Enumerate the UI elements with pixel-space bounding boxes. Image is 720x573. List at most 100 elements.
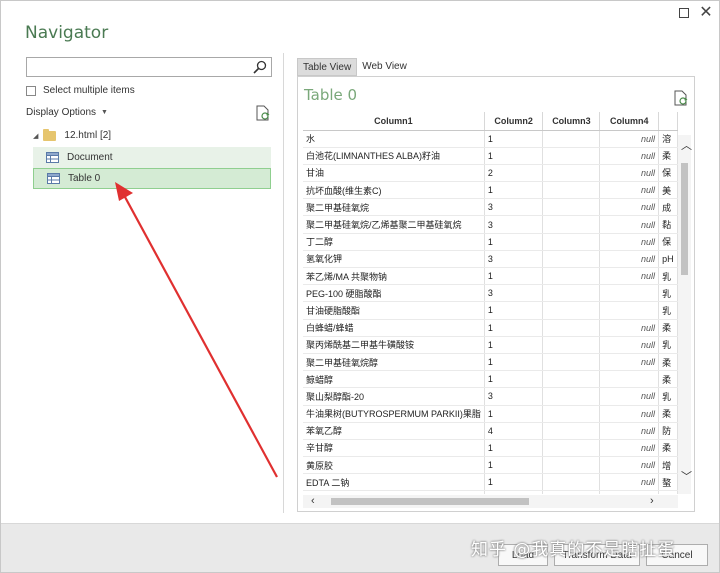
table-cell[interactable]: null xyxy=(599,336,660,354)
table-cell[interactable]: 抗坏血酸(维生素C) xyxy=(303,181,485,200)
table-cell[interactable] xyxy=(542,439,601,458)
table-cell[interactable]: 1 xyxy=(484,405,544,423)
table-cell[interactable]: 聚丙烯酰基二甲基牛磺酸铵 xyxy=(303,336,485,354)
tree-folder-12html[interactable]: ◢ 12.html [2] xyxy=(33,128,111,141)
table-cell[interactable]: 3 xyxy=(484,284,544,303)
collapse-triangle-icon[interactable]: ◢ xyxy=(33,132,38,140)
table-cell[interactable]: null xyxy=(599,439,660,458)
table-cell[interactable]: 1 xyxy=(484,439,544,458)
table-row[interactable]: 聚二甲基硅氧烷 3 null 成 xyxy=(303,198,678,217)
table-cell[interactable] xyxy=(542,387,601,406)
table-cell[interactable]: 1 xyxy=(484,473,544,492)
table-cell[interactable]: 1 xyxy=(484,233,544,251)
table-cell[interactable]: 1 xyxy=(484,147,544,165)
table-cell[interactable]: 白蜂蜡/蜂蜡 xyxy=(303,319,485,337)
table-cell[interactable]: null xyxy=(599,422,660,440)
table-cell[interactable] xyxy=(542,181,601,200)
table-cell[interactable]: 柔 xyxy=(658,147,678,165)
table-cell[interactable]: pH xyxy=(658,250,678,269)
table-row[interactable]: 抗坏血酸(维生素C) 1 null 美 xyxy=(303,181,678,200)
table-cell[interactable] xyxy=(542,250,601,269)
table-cell[interactable] xyxy=(542,490,601,494)
scroll-down-icon[interactable]: ﹀ xyxy=(681,472,692,483)
table-cell[interactable]: null xyxy=(599,181,660,200)
table-cell[interactable]: 1 xyxy=(484,267,544,286)
table-cell[interactable]: null xyxy=(599,473,660,492)
table-cell[interactable]: 白池花(LIMNANTHES ALBA)籽油 xyxy=(303,147,485,165)
table-row[interactable]: 氢氧化钾 3 null pH xyxy=(303,250,678,269)
table-cell[interactable]: 1 xyxy=(484,319,544,337)
scroll-right-icon[interactable]: › xyxy=(650,496,654,507)
table-cell[interactable] xyxy=(542,233,601,251)
table-cell[interactable] xyxy=(599,370,660,389)
table-row[interactable]: 甘油硬脂酸酯 1 乳 xyxy=(303,301,678,320)
table-row[interactable]: 苯乙烯/MA 共聚物钠 1 null 乳 xyxy=(303,267,678,286)
select-multiple-row[interactable]: Select multiple items xyxy=(26,85,135,96)
table-cell[interactable]: 1 xyxy=(484,456,544,475)
tab-table-view[interactable]: Table View xyxy=(297,58,358,76)
table-cell[interactable]: null xyxy=(599,405,660,423)
horizontal-scrollbar[interactable] xyxy=(303,495,678,508)
search-icon[interactable] xyxy=(252,60,268,74)
table-cell[interactable]: 1 xyxy=(484,130,544,148)
search-input[interactable] xyxy=(27,59,247,77)
table-cell[interactable] xyxy=(542,284,601,303)
table-cell[interactable]: 牛油果树(BUTYROSPERMUM PARKII)果脂 xyxy=(303,405,485,423)
table-cell[interactable]: 成 xyxy=(658,198,678,217)
table-cell[interactable]: EDTA 二钠 xyxy=(303,473,485,492)
table-cell[interactable] xyxy=(542,353,601,372)
table-cell[interactable]: 苯氧乙醇 xyxy=(303,422,485,440)
table-cell[interactable] xyxy=(542,301,601,320)
table-cell[interactable]: null xyxy=(599,267,660,286)
table-cell[interactable]: 1 xyxy=(484,181,544,200)
table-cell[interactable] xyxy=(599,301,660,320)
table-row[interactable]: 鲸蜡醇 1 柔 xyxy=(303,370,678,389)
table-cell[interactable]: 螯 xyxy=(658,473,678,492)
table-cell[interactable]: 苯乙烯/MA 共聚物钠 xyxy=(303,267,485,286)
table-cell[interactable]: null xyxy=(599,164,660,183)
table-cell[interactable] xyxy=(542,147,601,165)
table-row[interactable]: 白蜂蜡/蜂蜡 1 null 柔 xyxy=(303,319,678,337)
table-cell[interactable]: 保 xyxy=(658,233,678,251)
table-cell[interactable]: 辛甘醇 xyxy=(303,439,485,458)
table-cell[interactable]: 乳 xyxy=(658,267,678,286)
table-cell[interactable] xyxy=(542,267,601,286)
refresh-icon[interactable] xyxy=(674,90,688,106)
vertical-scroll-thumb[interactable] xyxy=(681,163,688,275)
tree-item-document[interactable]: Document xyxy=(33,147,271,168)
table-cell[interactable] xyxy=(484,490,544,494)
table-cell[interactable]: 甘油 xyxy=(303,164,485,183)
column-header[interactable]: Column4 xyxy=(599,112,660,131)
table-cell[interactable]: 甘油硬脂酸酯 xyxy=(303,301,485,320)
pane-divider[interactable] xyxy=(283,53,284,513)
table-cell[interactable]: 1 xyxy=(484,336,544,354)
table-cell[interactable] xyxy=(542,319,601,337)
table-cell[interactable]: null xyxy=(599,387,660,406)
table-cell[interactable] xyxy=(542,456,601,475)
table-cell[interactable]: 3 xyxy=(484,215,544,234)
horizontal-scroll-thumb[interactable] xyxy=(331,498,529,505)
tree-item-table-0[interactable]: Table 0 xyxy=(33,168,271,189)
table-cell[interactable]: 乳 xyxy=(658,301,678,320)
table-cell[interactable]: null xyxy=(599,233,660,251)
table-cell[interactable]: null xyxy=(599,456,660,475)
table-cell[interactable]: 鲸蜡醇 xyxy=(303,370,485,389)
table-cell[interactable]: null xyxy=(599,250,660,269)
table-cell[interactable] xyxy=(542,405,601,423)
table-cell[interactable]: null xyxy=(599,215,660,234)
close-icon[interactable]: ✕ xyxy=(697,4,715,22)
table-cell[interactable]: 保 xyxy=(658,164,678,183)
search-box[interactable] xyxy=(26,57,272,77)
column-header[interactable]: Column2 xyxy=(484,112,544,131)
table-cell[interactable]: 黏 xyxy=(658,215,678,234)
table-cell[interactable]: 3 xyxy=(484,250,544,269)
table-row[interactable]: 白池花(LIMNANTHES ALBA)籽油 1 null 柔 xyxy=(303,147,678,165)
table-row[interactable]: EDTA 二钠 1 null 螯 xyxy=(303,473,678,492)
table-row[interactable]: 二氧化钛 xyxy=(303,490,678,494)
table-cell[interactable]: 氢氧化钾 xyxy=(303,250,485,269)
table-cell[interactable]: null xyxy=(599,147,660,165)
table-cell[interactable] xyxy=(542,130,601,148)
table-row[interactable]: 聚山梨醇酯-20 3 null 乳 xyxy=(303,387,678,406)
table-cell[interactable] xyxy=(542,198,601,217)
table-cell[interactable]: 柔 xyxy=(658,439,678,458)
